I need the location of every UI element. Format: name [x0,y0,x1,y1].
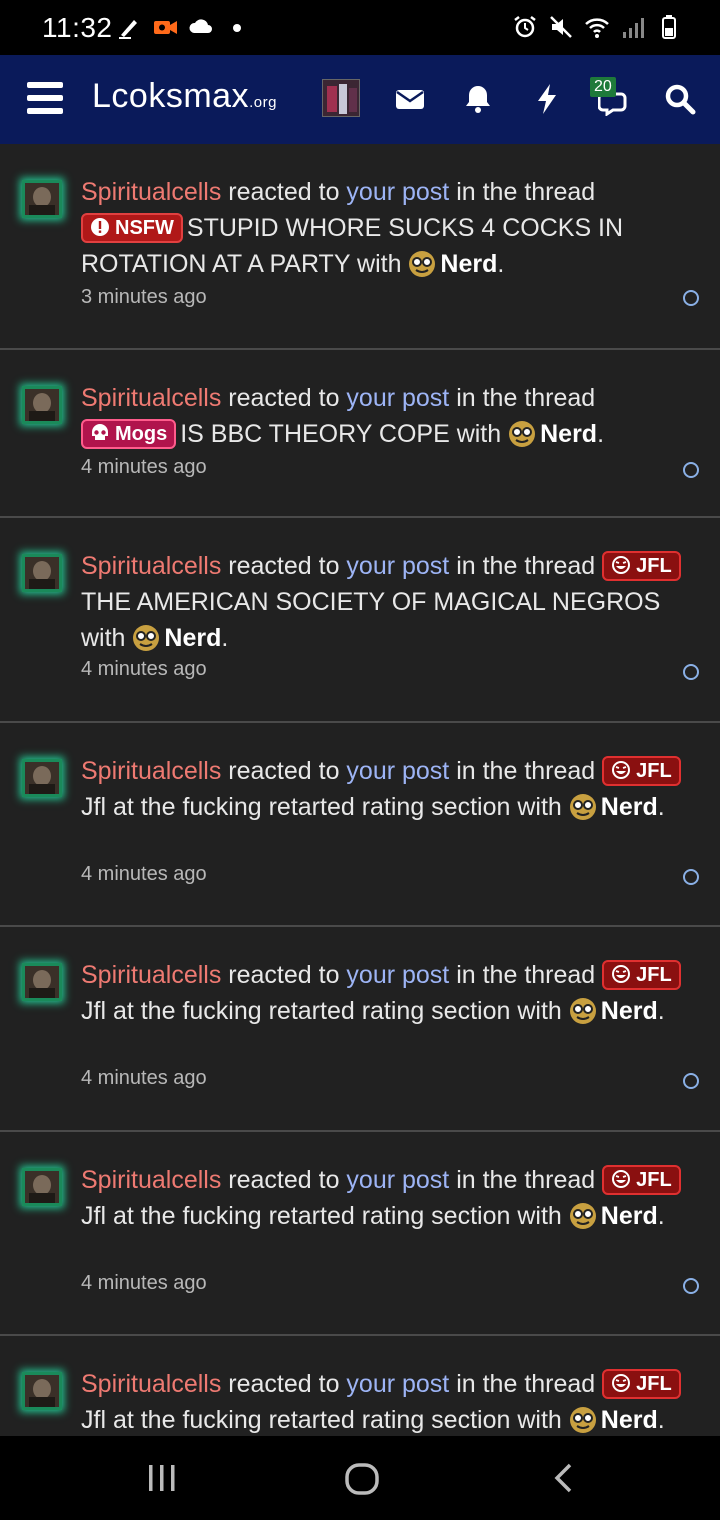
post-link[interactable]: your post [346,757,449,785]
laugh-icon [612,761,631,779]
nerd-emoji-icon [569,794,596,820]
user-avatar[interactable] [322,79,360,117]
laugh-icon [612,1374,631,1392]
video-record-icon [154,21,177,34]
username-link[interactable]: Spiritualcells [81,757,221,785]
reaction-name: Nerd [600,997,658,1025]
username-link[interactable]: Spiritualcells [81,1370,221,1398]
mark-read-toggle[interactable] [683,1278,699,1294]
avatar[interactable] [22,554,62,592]
mail-icon[interactable] [393,82,427,116]
status-bar: 11:32 [0,0,720,55]
messages-badge: 20 [590,77,616,97]
bell-icon[interactable] [461,82,495,116]
notification-time: 4 minutes ago [81,1067,207,1089]
notification-item[interactable]: Spiritualcells reacted to your post in t… [0,518,720,723]
avatar[interactable] [22,759,62,797]
skull-icon [92,424,108,440]
post-link[interactable]: your post [346,1370,449,1398]
thread-title-link[interactable]: Jfl at the fucking retarted rating secti… [81,1406,510,1434]
username-link[interactable]: Spiritualcells [81,1166,221,1194]
thread-title-link[interactable]: Jfl at the fucking retarted rating secti… [81,793,510,821]
system-nav-bar [0,1436,720,1520]
notification-item[interactable]: Spiritualcells reacted to your post in t… [0,927,720,1132]
avatar[interactable] [22,386,62,424]
nerd-emoji-icon [569,1203,596,1229]
avatar[interactable] [22,963,62,1001]
mark-read-toggle[interactable] [683,869,699,885]
thread-title-link[interactable]: IS BBC THEORY COPE [180,420,450,448]
thread-title-link[interactable]: Jfl at the fucking retarted rating secti… [81,1202,510,1230]
search-icon[interactable] [663,82,697,116]
dot-icon [233,24,241,32]
wifi-icon [585,18,609,38]
notification-time: 4 minutes ago [81,1272,207,1294]
notification-item[interactable]: Spiritualcells reacted to your post in t… [0,723,720,927]
thread-prefix-badge[interactable]: JFL [602,960,681,990]
thread-prefix-badge[interactable]: NSFW [81,213,183,243]
avatar[interactable] [22,180,62,218]
notification-item[interactable]: Spiritualcells reacted to your post in t… [0,1336,720,1436]
reaction-name: Nerd [440,250,498,278]
mark-read-toggle[interactable] [683,664,699,680]
notification-item[interactable]: Spiritualcells reacted to your post in t… [0,144,720,350]
cloud-icon [189,19,212,33]
laugh-icon [612,965,631,983]
alarm-icon [514,16,536,38]
avatar[interactable] [22,1168,62,1206]
thread-prefix-badge[interactable]: JFL [602,551,681,581]
nerd-emoji-icon [409,251,436,277]
nerd-emoji-icon [509,421,536,447]
nerd-emoji-icon [133,625,160,651]
mute-icon [550,16,572,38]
reaction-name: Nerd [600,793,658,821]
thread-title-link[interactable]: THE AMERICAN SOCIETY OF MAGICAL NEGROS [81,588,660,616]
thread-prefix-badge[interactable]: JFL [602,1369,681,1399]
thread-title-link[interactable]: Jfl at the fucking retarted rating secti… [81,997,510,1025]
laugh-icon [612,556,631,574]
pen-notification-icon [119,20,137,39]
mark-read-toggle[interactable] [683,1073,699,1089]
notification-item[interactable]: Spiritualcells reacted to your post in t… [0,1132,720,1336]
mark-read-toggle[interactable] [683,290,699,306]
notification-time: 4 minutes ago [81,658,207,680]
post-link[interactable]: your post [346,178,449,206]
nerd-emoji-icon [569,998,596,1024]
nerd-emoji-icon [569,1407,596,1433]
notification-list: Spiritualcells reacted to your post in t… [0,144,720,1436]
thread-prefix-badge[interactable]: JFL [602,756,681,786]
notification-time: 4 minutes ago [81,456,207,478]
post-link[interactable]: your post [346,384,449,412]
battery-icon [662,15,676,39]
menu-icon[interactable] [27,82,63,116]
reaction-name: Nerd [600,1406,658,1434]
reaction-name: Nerd [164,624,222,652]
recent-apps-icon[interactable] [146,1462,178,1494]
notification-time: 4 minutes ago [81,863,207,885]
avatar[interactable] [22,1372,62,1410]
signal-icon [623,18,644,38]
post-link[interactable]: your post [346,961,449,989]
reaction-name: Nerd [600,1202,658,1230]
app-header: Lcoksmax.org 20 [0,55,720,144]
post-link[interactable]: your post [346,552,449,580]
post-link[interactable]: your post [346,1166,449,1194]
username-link[interactable]: Spiritualcells [81,552,221,580]
thread-prefix-badge[interactable]: JFL [602,1165,681,1195]
username-link[interactable]: Spiritualcells [81,384,221,412]
home-icon[interactable] [344,1462,380,1496]
thread-prefix-badge[interactable]: Mogs [81,419,177,449]
username-link[interactable]: Spiritualcells [81,178,221,206]
username-link[interactable]: Spiritualcells [81,961,221,989]
alert-icon [91,218,109,236]
status-time: 11:32 [42,12,113,43]
notification-time: 3 minutes ago [81,286,207,308]
reaction-name: Nerd [540,420,598,448]
laugh-icon [612,1170,631,1188]
notification-item[interactable]: Spiritualcells reacted to your post in t… [0,350,720,518]
back-icon[interactable] [552,1462,576,1494]
site-logo[interactable]: Lcoksmax.org [92,77,277,116]
mark-read-toggle[interactable] [683,462,699,478]
lightning-icon[interactable] [530,82,564,116]
